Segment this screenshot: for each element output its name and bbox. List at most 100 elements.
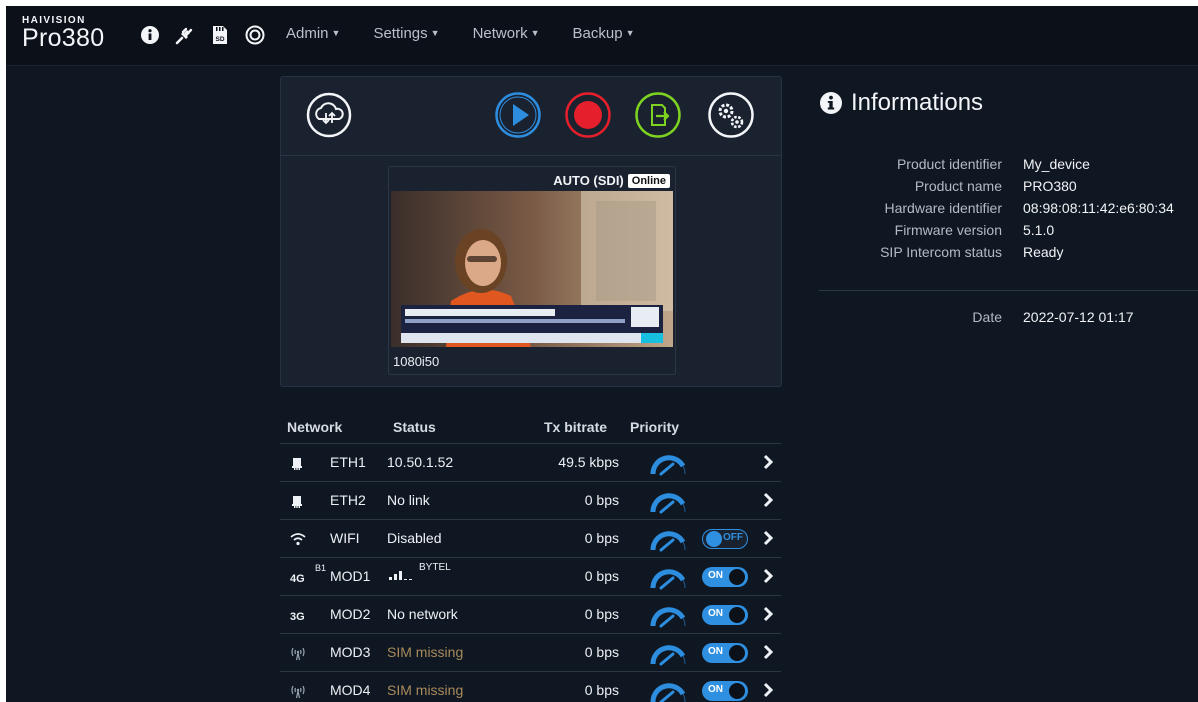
cloud-sync-button[interactable] [305,91,353,139]
priority-gauge-icon[interactable] [649,642,689,666]
tx-bitrate: 0 bps [584,568,619,584]
info-row-product-identifier: Product identifier My_device [819,156,1198,178]
date-value: 2022-07-12 01:17 [1023,309,1134,325]
export-icon [635,92,681,138]
network-row-wifi[interactable]: WIFI Disabled 0 bps OFF [280,520,781,558]
record-button[interactable] [564,91,612,139]
antenna-icon [290,682,314,700]
priority-gauge-icon[interactable] [649,528,689,552]
chevron-right-icon[interactable] [762,568,774,584]
plug-icon[interactable] [173,23,197,47]
network-status: No network [387,606,458,622]
menu-backup-label: Backup [572,25,623,42]
info-row-hardware-identifier: Hardware identifier 08:98:08:11:42:e6:80… [819,200,1198,222]
network-row-eth2[interactable]: ETH2 No link 0 bps [280,482,781,520]
network-row-mod1[interactable]: 4G B1 MOD1 BYTEL 0 bps ON [280,558,781,596]
chevron-down-icon: ▼ [625,28,635,38]
info-heading: Informations [819,89,983,117]
priority-gauge-icon[interactable] [649,452,689,476]
chevron-down-icon: ▼ [530,28,540,38]
network-status: SIM missing [387,682,464,698]
settings-gears-icon [708,92,754,138]
network-row-eth1[interactable]: ETH1 10.50.1.52 49.5 kbps [280,444,781,482]
menu-network-label: Network [472,25,528,42]
sd-card-icon[interactable]: SD [208,23,232,47]
network-row-mod3[interactable]: MOD3 SIM missing 0 bps ON [280,634,781,672]
tx-bitrate: 0 bps [584,644,619,660]
video-preview-card[interactable]: AUTO (SDI) Online 1080i50 [388,166,676,375]
toggle-switch[interactable]: ON [702,567,750,587]
toggle-switch[interactable]: ON [702,605,750,625]
info-value: Ready [1023,244,1064,260]
info-value: 5.1.0 [1023,222,1055,238]
priority-gauge-icon[interactable] [649,566,689,590]
chevron-right-icon[interactable] [762,606,774,622]
toggle-label: ON [708,684,723,695]
menu-settings[interactable]: Settings ▼ [373,25,439,42]
toggle-switch[interactable]: OFF [702,529,750,549]
network-row-mod4[interactable]: MOD4 SIM missing 0 bps ON [280,672,781,702]
network-name: MOD2 [330,606,371,622]
stream-toolbar [281,77,781,156]
priority-gauge-icon[interactable] [649,604,689,628]
menu-admin[interactable]: Admin ▼ [286,25,340,42]
network-name: MOD1 [330,568,371,584]
cloud-sync-icon [306,92,352,138]
toggle-switch[interactable]: ON [702,681,750,701]
menu-backup[interactable]: Backup ▼ [573,25,635,42]
network-name: MOD3 [330,644,371,660]
chevron-right-icon[interactable] [762,530,774,546]
video-resolution: 1080i50 [393,354,440,369]
tx-bitrate: 0 bps [584,492,619,508]
table-header: Network Status Tx bitrate Priority [280,411,781,444]
info-value: My_device [1023,156,1090,172]
3g-icon-label: 3G [290,611,305,623]
network-name: WIFI [330,530,360,546]
export-button[interactable] [634,91,682,139]
navbar: HAIVISION Pro380 SD Admin ▼ Settings ▼ Net… [6,6,1198,66]
record-icon [565,92,611,138]
network-row-mod2[interactable]: 3G MOD2 No network 0 bps ON [280,596,781,634]
operator-name: BYTEL [419,562,451,573]
network-status: SIM missing [387,644,464,660]
network-table: Network Status Tx bitrate Priority ETH1 … [280,411,781,702]
tx-bitrate: 0 bps [584,530,619,546]
ethernet-icon [290,454,314,472]
toggle-label: ON [708,570,723,581]
play-button[interactable] [494,91,542,139]
tx-bitrate: 0 bps [584,606,619,622]
menu-network[interactable]: Network ▼ [473,25,540,42]
tx-bitrate: 0 bps [584,682,619,698]
header-status: Status [393,419,436,435]
toggle-label: OFF [723,532,743,543]
stream-panel: AUTO (SDI) Online 1080i50 [280,76,782,387]
brand-product: Pro380 [22,24,105,52]
play-icon [495,92,541,138]
video-thumbnail [391,191,673,347]
chevron-right-icon[interactable] [762,454,774,470]
chevron-right-icon[interactable] [762,644,774,660]
priority-gauge-icon[interactable] [649,490,689,514]
sd-card-label: SD [215,36,224,43]
chevron-right-icon[interactable] [762,682,774,698]
4g-icon-label: 4G [290,573,305,585]
band-label: B1 [315,563,327,573]
menu-admin-label: Admin [286,25,329,42]
info-label: Firmware version [894,222,1002,238]
video-input-mode: AUTO (SDI) [553,173,624,188]
info-label: SIP Intercom status [880,244,1002,260]
signal-bars-icon [389,571,412,580]
brand-logo[interactable]: HAIVISION Pro380 [22,15,104,53]
info-icon[interactable] [138,23,162,47]
info-row-product-name: Product name PRO380 [819,178,1198,200]
header-network: Network [287,419,343,435]
settings-button[interactable] [707,91,755,139]
info-list: Product identifier My_device Product nam… [819,156,1198,266]
chevron-right-icon[interactable] [762,492,774,508]
network-status: 10.50.1.52 [387,454,454,470]
toggle-switch[interactable]: ON [702,643,750,663]
target-icon[interactable] [243,23,267,47]
info-title: Informations [851,89,984,116]
network-status: BYTEL [387,562,451,580]
priority-gauge-icon[interactable] [649,680,689,702]
